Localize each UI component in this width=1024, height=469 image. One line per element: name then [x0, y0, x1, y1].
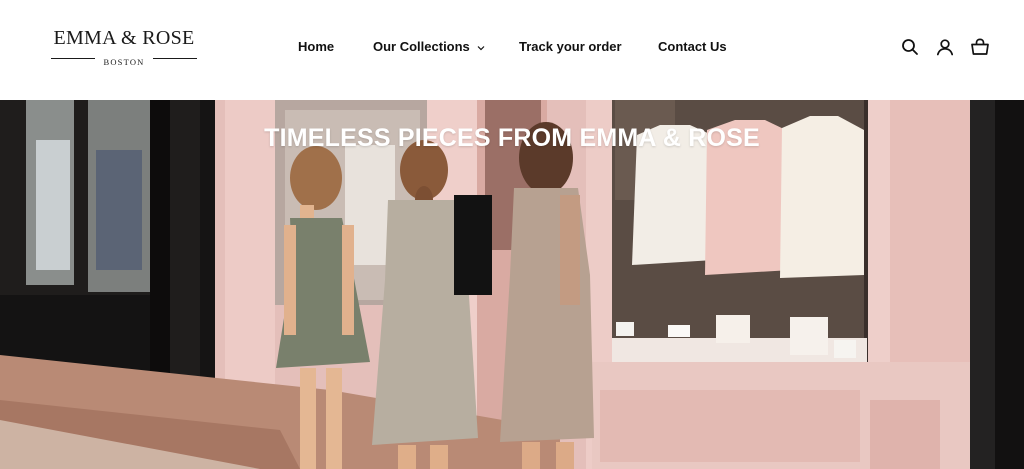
- nav-item-label: Contact Us: [658, 39, 727, 54]
- nav-item-contact-us[interactable]: Contact Us: [658, 38, 727, 56]
- nav-item-label: Our Collections: [373, 39, 470, 54]
- nav-item-label: Track your order: [519, 39, 622, 54]
- hero-image: [0, 100, 1024, 469]
- cart-icon[interactable]: [969, 36, 991, 58]
- brand-name: EMMA & ROSE: [53, 27, 195, 49]
- logo-divider-left: [51, 58, 95, 59]
- nav-item-our-collections[interactable]: Our Collections: [373, 38, 485, 56]
- logo-divider-right: [153, 58, 197, 59]
- search-icon[interactable]: [899, 36, 921, 58]
- brand-subline: BOSTON: [50, 52, 198, 67]
- hero-banner[interactable]: TIMELESS PIECES FROM EMMA & ROSE: [0, 100, 1024, 469]
- nav-item-label: Home: [298, 39, 335, 54]
- brand-location: BOSTON: [103, 57, 145, 67]
- brand-logo[interactable]: EMMA & ROSE BOSTON: [50, 26, 198, 67]
- hero-title: TIMELESS PIECES FROM EMMA & ROSE: [264, 124, 760, 152]
- chevron-down-icon: [477, 45, 485, 50]
- nav-item-track-your-order[interactable]: Track your order: [519, 38, 622, 56]
- account-icon[interactable]: [934, 36, 956, 58]
- site-header: EMMA & ROSE BOSTON Home Our Collections …: [0, 0, 1024, 100]
- nav-item-home[interactable]: Home: [298, 38, 334, 56]
